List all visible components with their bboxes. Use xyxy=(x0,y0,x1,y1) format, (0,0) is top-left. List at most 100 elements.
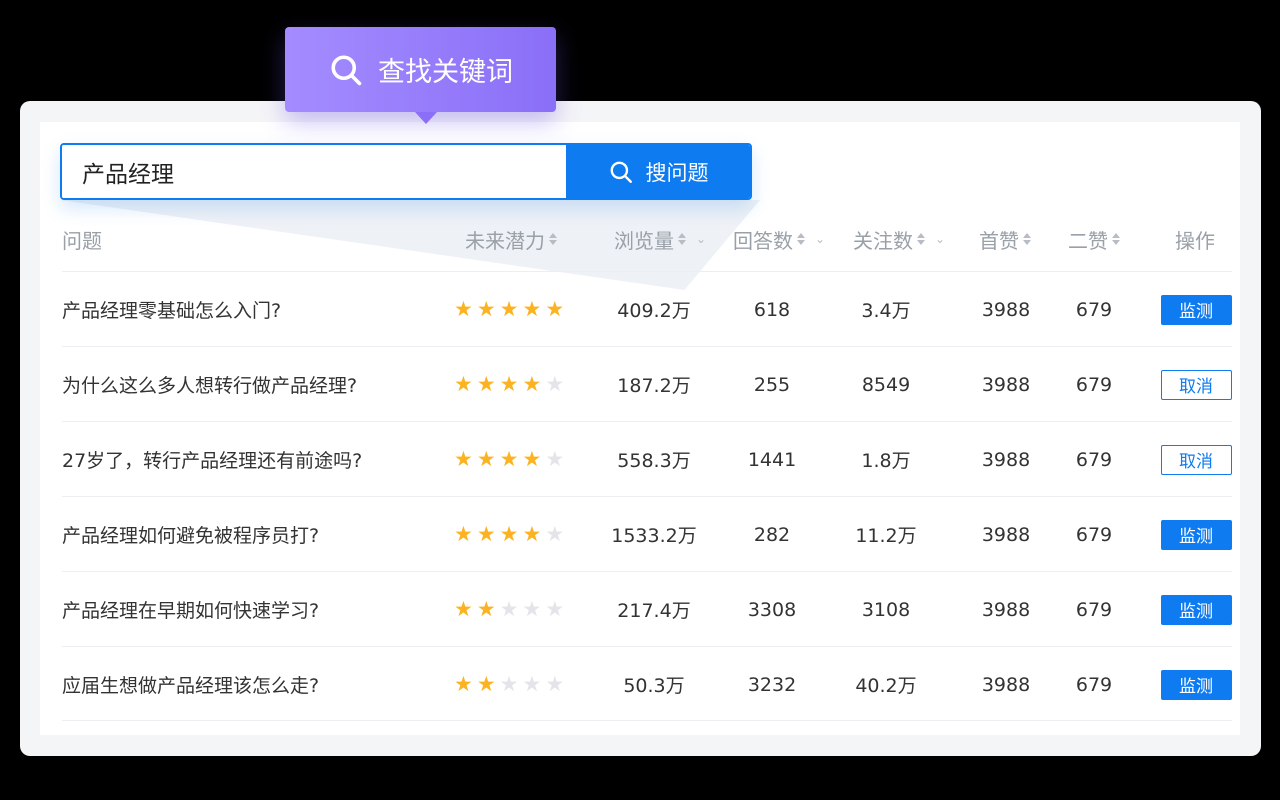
answers-cell: 282 xyxy=(753,523,791,546)
star-icon: ★ xyxy=(499,597,519,621)
second-like-cell: 679 xyxy=(1075,298,1113,321)
sort-icon[interactable] xyxy=(917,233,925,245)
header-first-like[interactable]: 首赞 xyxy=(979,224,1031,254)
action-cell: 监测 xyxy=(1160,497,1232,572)
star-icon: ★ xyxy=(499,372,519,396)
followers-cell: 3.4万 xyxy=(861,300,911,322)
second-like-cell: 679 xyxy=(1075,673,1113,696)
potential-stars: ★ ★ ★ ★ ★ xyxy=(454,572,576,647)
search-input[interactable] xyxy=(62,145,566,198)
action-cell: 监测 xyxy=(1160,647,1232,722)
potential-stars: ★ ★ ★ ★ ★ xyxy=(454,347,576,422)
table-row: 应届生想做产品经理该怎么走? ★ ★ ★ ★ ★ 50.3万 3232 40.2万 3988 679… xyxy=(62,646,1232,721)
star-icon: ★ xyxy=(545,672,565,696)
header-action: 操作 xyxy=(1175,228,1215,253)
star-icon: ★ xyxy=(454,447,473,471)
followers-cell: 40.2万 xyxy=(855,675,917,697)
star-icon: ★ xyxy=(522,672,542,696)
action-cell: 取消 xyxy=(1160,347,1232,422)
search-icon xyxy=(610,161,632,183)
first-like-cell: 3988 xyxy=(981,673,1031,696)
star-icon: ★ xyxy=(476,447,496,471)
star-icon: ★ xyxy=(454,372,473,396)
potential-stars: ★ ★ ★ ★ ★ xyxy=(454,647,576,722)
star-icon: ★ xyxy=(522,522,542,546)
star-icon: ★ xyxy=(476,597,496,621)
question-cell[interactable]: 产品经理零基础怎么入门? xyxy=(62,272,452,347)
views-cell: 187.2万 xyxy=(617,375,691,397)
star-icon: ★ xyxy=(454,672,473,696)
cancel-button[interactable]: 取消 xyxy=(1160,369,1232,400)
star-icon: ★ xyxy=(476,372,496,396)
cancel-button[interactable]: 取消 xyxy=(1160,444,1232,475)
search-icon xyxy=(331,54,362,85)
star-icon: ★ xyxy=(454,522,473,546)
header-potential[interactable]: 未来潜力 xyxy=(465,224,557,254)
monitor-button[interactable]: 监测 xyxy=(1160,294,1232,325)
table-row: 为什么这么多人想转行做产品经理? ★ ★ ★ ★ ★ 187.2万 255 8549 3988 67… xyxy=(62,346,1232,421)
question-cell[interactable]: 产品经理如何避免被程序员打? xyxy=(62,497,452,572)
first-like-cell: 3988 xyxy=(981,373,1031,396)
star-icon: ★ xyxy=(545,297,565,321)
answers-cell: 3232 xyxy=(747,673,797,696)
answers-cell: 1441 xyxy=(747,448,797,471)
second-like-cell: 679 xyxy=(1075,523,1113,546)
question-cell[interactable]: 应届生想做产品经理该怎么走? xyxy=(62,647,452,722)
chevron-down-icon[interactable]: ⌄ xyxy=(935,232,945,246)
table-row: 产品经理零基础怎么入门? ★ ★ ★ ★ ★ 409.2万 618 3.4万 3988 679 监测 xyxy=(62,271,1232,346)
chevron-down-icon[interactable]: ⌄ xyxy=(815,232,825,246)
first-like-cell: 3988 xyxy=(981,298,1031,321)
potential-stars: ★ ★ ★ ★ ★ xyxy=(454,497,576,572)
first-like-cell: 3988 xyxy=(981,448,1031,471)
star-icon: ★ xyxy=(499,522,519,546)
search-button[interactable]: 搜问题 xyxy=(566,145,750,198)
sort-icon[interactable] xyxy=(678,233,686,245)
sort-icon[interactable] xyxy=(1023,233,1031,245)
chevron-down-icon[interactable]: ⌄ xyxy=(696,232,706,246)
star-icon: ★ xyxy=(476,672,496,696)
action-cell: 取消 xyxy=(1160,422,1232,497)
header-second-like[interactable]: 二赞 xyxy=(1068,224,1120,254)
star-icon: ★ xyxy=(545,447,565,471)
tooltip-label: 查找关键词 xyxy=(378,57,513,88)
action-cell: 监测 xyxy=(1160,572,1232,647)
followers-cell: 8549 xyxy=(861,373,911,396)
potential-stars: ★ ★ ★ ★ ★ xyxy=(454,422,576,497)
table-row: 27岁了，转行产品经理还有前途吗? ★ ★ ★ ★ ★ 558.3万 1441 1.8万 3988… xyxy=(62,421,1232,496)
star-icon: ★ xyxy=(545,522,565,546)
star-icon: ★ xyxy=(476,522,496,546)
star-icon: ★ xyxy=(522,597,542,621)
monitor-button[interactable]: 监测 xyxy=(1160,669,1232,700)
answers-cell: 3308 xyxy=(747,598,797,621)
sort-icon[interactable] xyxy=(797,233,805,245)
search-bar: 搜问题 xyxy=(60,143,752,200)
star-icon: ★ xyxy=(476,297,496,321)
question-cell[interactable]: 为什么这么多人想转行做产品经理? xyxy=(62,347,452,422)
header-question: 问题 xyxy=(62,228,102,253)
star-icon: ★ xyxy=(522,372,542,396)
header-answers[interactable]: 回答数 ⌄ xyxy=(733,224,825,254)
star-icon: ★ xyxy=(522,447,542,471)
followers-cell: 1.8万 xyxy=(861,450,911,472)
action-cell: 监测 xyxy=(1160,272,1232,347)
star-icon: ★ xyxy=(522,297,542,321)
table-row: 产品经理在早期如何快速学习? ★ ★ ★ ★ ★ 217.4万 3308 3108 3988 679… xyxy=(62,571,1232,646)
question-cell[interactable]: 27岁了，转行产品经理还有前途吗? xyxy=(62,422,452,497)
monitor-button[interactable]: 监测 xyxy=(1160,594,1232,625)
answers-cell: 618 xyxy=(753,298,791,321)
sort-icon[interactable] xyxy=(1112,233,1120,245)
views-cell: 50.3万 xyxy=(623,675,685,697)
search-button-label: 搜问题 xyxy=(645,160,709,185)
star-icon: ★ xyxy=(454,297,473,321)
answers-cell: 255 xyxy=(753,373,791,396)
first-like-cell: 3988 xyxy=(981,523,1031,546)
question-cell[interactable]: 产品经理在早期如何快速学习? xyxy=(62,572,452,647)
monitor-button[interactable]: 监测 xyxy=(1160,519,1232,550)
star-icon: ★ xyxy=(545,372,565,396)
star-icon: ★ xyxy=(454,597,473,621)
second-like-cell: 679 xyxy=(1075,448,1113,471)
sort-icon[interactable] xyxy=(549,233,557,245)
star-icon: ★ xyxy=(499,297,519,321)
header-views[interactable]: 浏览量 ⌄ xyxy=(614,224,706,254)
header-followers[interactable]: 关注数 ⌄ xyxy=(853,224,945,254)
